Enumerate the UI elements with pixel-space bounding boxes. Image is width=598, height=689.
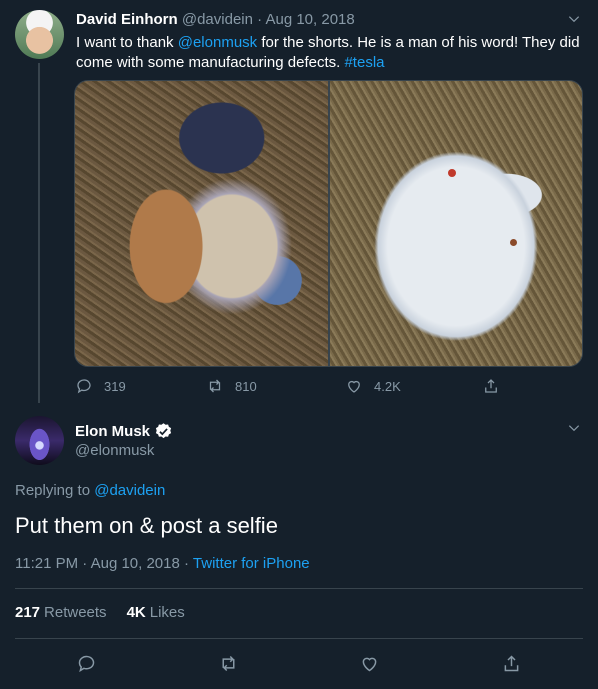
chevron-down-icon[interactable] — [567, 421, 581, 435]
retweets-count: 217 — [15, 604, 41, 621]
retweets-stat[interactable]: 217 Retweets — [15, 604, 107, 621]
parent-tweet-text: I want to thank @elonmusk for the shorts… — [76, 33, 581, 73]
avatar-david-einhorn[interactable] — [15, 10, 64, 59]
replying-to-link[interactable]: @davidein — [94, 482, 165, 499]
retweet-icon[interactable] — [218, 653, 239, 674]
parent-retweet-button[interactable]: 810 — [206, 377, 257, 395]
divider — [15, 638, 583, 639]
parent-author-handle[interactable]: @davidein — [182, 11, 253, 28]
reply-count: 319 — [104, 378, 126, 394]
tweet-source-link[interactable]: Twitter for iPhone — [193, 555, 310, 572]
hashtag-link[interactable]: #tesla — [344, 54, 384, 71]
tweet-thread-page: David Einhorn @davidein · Aug 10, 2018 I… — [0, 0, 598, 689]
tweet-meta: 11:21 PM · Aug 10, 2018 · Twitter for iP… — [15, 555, 310, 572]
header-separator: · — [257, 11, 263, 28]
chevron-down-icon[interactable] — [567, 12, 581, 26]
retweets-label: Retweets — [44, 604, 107, 621]
defect-spot — [510, 239, 517, 246]
likes-count: 4K — [126, 604, 146, 621]
engagement-stats: 217 Retweets 4K Likes — [15, 604, 185, 621]
tweet-text-part: I want to thank — [76, 34, 178, 51]
mention-link[interactable]: @elonmusk — [178, 34, 257, 51]
reply-icon[interactable] — [76, 653, 97, 674]
main-author-name[interactable]: Elon Musk — [75, 423, 150, 440]
retweet-icon — [209, 379, 221, 393]
divider — [15, 588, 583, 589]
tweet-timestamp[interactable]: 11:21 PM · Aug 10, 2018 — [15, 555, 180, 572]
like-count: 4.2K — [374, 378, 401, 394]
like-icon — [348, 380, 360, 393]
photo-white-shorts[interactable] — [330, 81, 582, 366]
likes-stat[interactable]: 4K Likes — [127, 604, 185, 621]
main-author-handle[interactable]: @elonmusk — [75, 442, 154, 459]
thread-connector-line — [38, 63, 40, 403]
verified-badge-icon — [155, 423, 172, 439]
replying-to-line: Replying to @davidein — [15, 482, 165, 499]
like-icon[interactable] — [359, 653, 380, 674]
tweet-media-grid — [74, 80, 583, 367]
parent-tweet-date[interactable]: Aug 10, 2018 — [265, 11, 354, 28]
photo-pile-of-shorts[interactable] — [75, 81, 328, 366]
parent-tweet-header: David Einhorn @davidein · Aug 10, 2018 — [76, 11, 355, 28]
share-icon — [485, 379, 497, 393]
avatar-elon-musk[interactable] — [15, 416, 64, 465]
parent-like-button[interactable]: 4.2K — [345, 377, 401, 395]
main-tweet-text: Put them on & post a selfie — [15, 513, 278, 538]
defect-spot — [448, 169, 456, 177]
share-icon[interactable] — [501, 653, 522, 674]
parent-reply-button[interactable]: 319 — [75, 377, 126, 395]
likes-label: Likes — [149, 604, 185, 621]
parent-share-button[interactable] — [482, 377, 500, 395]
parent-author-name[interactable]: David Einhorn — [76, 11, 178, 28]
replying-to-label: Replying to — [15, 482, 95, 499]
main-author-name-row[interactable]: Elon Musk — [75, 422, 173, 441]
meta-separator: · — [184, 555, 190, 572]
reply-icon — [77, 379, 91, 394]
retweet-count: 810 — [235, 378, 257, 394]
